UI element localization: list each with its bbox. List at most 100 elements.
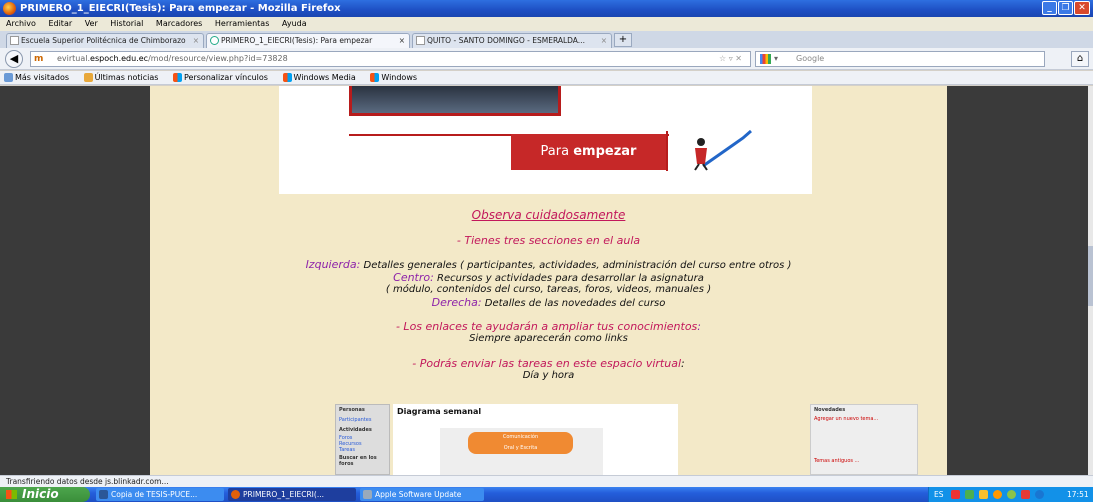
example-center-image: Comunicación Oral y Escrita [440,428,603,475]
tab-label: PRIMERO_1_EIECRI(Tesis): Para empezar [221,36,373,45]
tab-primero[interactable]: PRIMERO_1_EIECRI(Tesis): Para empezar × [206,33,410,48]
vertical-scrollbar[interactable] [1088,86,1093,475]
center-section-detail: ( módulo, contenidos del curso, tareas, … [385,284,712,295]
menu-marcadores[interactable]: Marcadores [156,19,202,28]
url-bar[interactable]: m evirtual.espoch.edu.ec/mod/resource/vi… [30,51,751,67]
search-bar[interactable]: ▾ Google ⌕ [755,51,1086,67]
bookmark-label: Últimas noticias [94,73,159,82]
tray-app-icon[interactable] [993,490,1002,499]
word-icon [99,490,108,499]
tasks-colon: : [681,357,685,370]
tasks-title: - Podrás enviar las tareas en este espac… [150,357,947,370]
bookmark-ultimas-noticias[interactable]: Últimas noticias [83,73,165,82]
page-content: Para empezar Observa cuidadosamente - Ti… [0,86,1088,475]
close-tab-icon[interactable]: × [601,34,607,47]
minimize-button[interactable]: _ [1042,1,1057,15]
navigation-bar: ◀ m evirtual.espoch.edu.ec/mod/resource/… [0,48,1093,70]
windows-icon [370,73,380,82]
bookmark-star-icon[interactable]: ☆ ▿ ✕ [719,52,742,66]
rss-icon [83,73,93,82]
page-heading: Observa cuidadosamente [471,208,626,222]
window-title-bar[interactable]: PRIMERO_1_EIECRI(Tesis): Para empezar - … [0,0,1093,17]
menu-historial[interactable]: Historial [110,19,143,28]
example-center-title: Diagrama semanal [397,407,482,416]
scrollbar-thumb[interactable] [1088,246,1093,306]
taskbar-item-word[interactable]: Copia de TESIS-PUCE... [96,488,224,501]
example-pill-line1: Comunicación [502,434,539,440]
tray-app-icon[interactable] [1035,490,1044,499]
bookmark-windows[interactable]: Windows [370,73,423,82]
close-tab-icon[interactable]: × [193,34,199,47]
banner-text: Para [540,144,574,159]
menu-archivo[interactable]: Archivo [6,19,36,28]
firefox-icon [231,490,240,499]
center-section-line: Centro: Recursos y actividades para desa… [150,271,947,284]
tab-bar: Escuela Superior Politécnica de Chimbora… [0,31,1093,48]
banner-title-box: Para empezar [511,134,666,170]
tab-quito[interactable]: QUITO - SANTO DOMINGO - ESMERALDA... × [412,33,612,48]
bookmark-mas-visitados[interactable]: Más visitados [4,73,75,82]
taskbar-item-apple-update[interactable]: Apple Software Update [360,488,484,501]
windows-icon [282,73,292,82]
bookmark-windows-media[interactable]: Windows Media [282,73,362,82]
tab-label: Escuela Superior Politécnica de Chimbora… [21,36,186,45]
google-icon [760,54,771,64]
menu-bar: Archivo Editar Ver Historial Marcadores … [0,17,1093,31]
new-tab-button[interactable]: + [614,33,632,47]
tray-app-icon[interactable] [1021,490,1030,499]
language-indicator[interactable]: ES [934,487,944,502]
close-tab-icon[interactable]: × [399,34,405,47]
start-button[interactable]: Inicio [0,487,90,502]
menu-editar[interactable]: Editar [48,19,72,28]
example-news-title: Novedades [814,407,846,413]
taskbar-item-label: Copia de TESIS-PUCE... [111,490,198,499]
links-colon: : [697,320,702,333]
home-button[interactable]: ⌂ [1071,51,1089,67]
example-left-blocks: Personas Participantes Actividades Foros… [335,404,390,475]
main-column: Para empezar Observa cuidadosamente - Ti… [150,86,947,475]
stairs-figure-icon [694,129,752,171]
example-pill: Comunicación Oral y Escrita [468,432,573,454]
left-section-line: Izquierda: Detalles generales ( particip… [150,258,947,271]
loading-icon [210,36,219,45]
back-button[interactable]: ◀ [5,50,23,68]
taskbar-item-label: PRIMERO_1_EIECRI(... [243,490,324,499]
tray-app-icon[interactable] [979,490,988,499]
status-bar: Transfiriendo datos desde js.blinkadr.co… [0,475,1093,487]
bookmark-icon [4,73,13,82]
center-section-text: Recursos y actividades para desarrollar … [433,273,704,284]
apple-update-icon [363,490,372,499]
example-block-title: Actividades [339,427,372,433]
search-engine-dropdown-icon[interactable]: ▾ [774,52,778,66]
banner-image: Para empezar [279,86,812,194]
clock[interactable]: 17:51 [1067,487,1089,502]
tray-app-icon[interactable] [965,490,974,499]
example-link: Participantes [339,417,372,423]
example-news-more: Temas antiguos ... [814,458,860,464]
taskbar: Inicio Copia de TESIS-PUCE... PRIMERO_1_… [0,487,1093,502]
menu-ayuda[interactable]: Ayuda [282,19,307,28]
banner-photo [349,86,561,116]
right-section-text: Detalles de las novedades del curso [481,298,666,309]
example-news-link: Agregar un nuevo tema... [814,416,879,422]
bookmark-personalizar[interactable]: Personalizar vínculos [173,73,274,82]
sections-title: - Tienes tres secciones en el aula [456,234,641,247]
center-section-label: Centro: [393,271,434,284]
close-window-button[interactable]: ✕ [1074,1,1090,15]
url-domain: espoch.edu.ec [90,54,149,63]
tray-app-icon[interactable] [1007,490,1016,499]
taskbar-item-label: Apple Software Update [375,490,462,499]
tab-espoch[interactable]: Escuela Superior Politécnica de Chimbora… [6,33,204,48]
taskbar-item-firefox[interactable]: PRIMERO_1_EIECRI(... [228,488,356,501]
start-label: Inicio [22,487,59,501]
tray-arrow-icon[interactable] [951,490,960,499]
windows-icon [173,73,182,82]
menu-herramientas[interactable]: Herramientas [215,19,270,28]
maximize-button[interactable]: ❐ [1058,1,1073,15]
right-section-label: Derecha: [431,296,482,309]
page-icon [416,36,425,45]
example-center-area: Diagrama semanal Comunicación Oral y Escr… [393,404,678,475]
example-right-blocks: Novedades Agregar un nuevo tema... Temas… [810,404,918,475]
menu-ver[interactable]: Ver [85,19,98,28]
left-margin [0,86,150,475]
